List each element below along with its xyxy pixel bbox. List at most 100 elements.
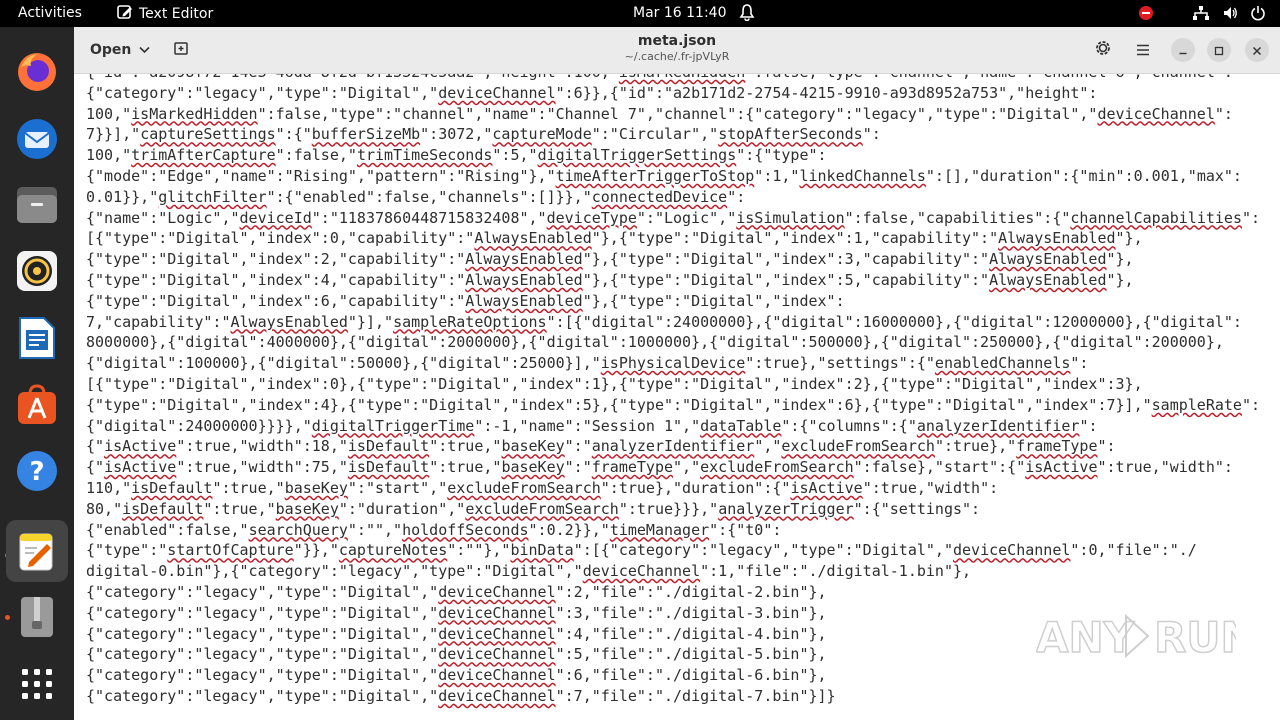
misspelled-word: frameType [1016,437,1098,456]
editor-line: {"category":"legacy","type":"Digital","d… [86,686,836,705]
misspelled-word: captureMode [492,125,592,144]
misspelled-word: glitchFilter [158,187,267,206]
editor-line: [{"type":"Digital","index":0,"capability… [86,229,1143,248]
editor-line: {"type":"Digital","index":6,"capability"… [86,291,845,310]
editor-line: {"category":"legacy","type":"Digital","d… [86,582,827,601]
misspelled-word: isDefault [131,478,213,497]
document-settings-button[interactable] [1089,36,1117,64]
open-label: Open [90,42,132,58]
misspelled-word: deviceType [546,208,637,227]
editor-line: 100,"isMarkedHidden":false,"type":"chann… [86,104,1233,123]
gear-icon [1094,39,1112,61]
clock[interactable]: Mar 16 11:40 [633,5,726,21]
archive-manager-icon[interactable] [12,592,62,642]
help-icon[interactable]: ? [12,446,62,496]
misspelled-word: isActive [104,437,177,456]
activities-button[interactable]: Activities [18,5,82,21]
running-indicator [5,615,10,620]
misspelled-word: isMarkedHidden [619,74,745,81]
system-tray[interactable] [1138,5,1266,25]
misspelled-word: digitalTriggerTime [311,416,475,435]
misspelled-word: deviceChannel [582,562,701,581]
misspelled-word: AlwaysEnabled [465,270,583,289]
network-icon [1192,5,1210,25]
close-button[interactable] [1245,38,1269,62]
editor-line: {"category":"legacy","type":"Digital","d… [86,603,827,622]
misspelled-word: deviceChannel [438,582,556,601]
misspelled-word: linkedChannels [799,166,926,185]
misspelled-word: isActive [104,458,177,477]
misspelled-word: deviceChannel [438,686,556,705]
editor-line: [{"type":"Digital","index":0},{"type":"D… [86,374,1143,393]
editor-line: {"digital":100000},{"digital":50000},{"d… [86,354,1089,373]
misspelled-word: timeManager [609,520,710,539]
editor-line: 0.01}},"glitchFilter":{"enabled":false,"… [86,187,746,206]
misspelled-word: connectedDevice [591,187,728,206]
firefox-icon[interactable] [12,47,62,97]
misspelled-word: timeAfterTriggerToStop [555,166,755,185]
misspelled-word: trimTimeSeconds [356,146,493,165]
app-center-icon[interactable] [12,379,62,429]
misspelled-word: excludeFromSearch [447,478,601,497]
editor-line: {"isActive":true,"width":18,"isDefault":… [86,437,1116,456]
misspelled-word: AlwaysEnabled [465,250,583,269]
misspelled-word: channelCapabilities [1070,208,1242,227]
rhythmbox-icon[interactable] [12,246,62,296]
editor-line: digital-0.bin"},{"category":"legacy","ty… [86,562,972,581]
editor-line: {"category":"legacy","type":"Digital","d… [86,83,1098,102]
misspelled-word: excludeFromSearch [781,437,935,456]
editor-line: 110,"isDefault":true,"baseKey":"start","… [86,478,999,497]
misspelled-word: captureSettings [140,125,276,144]
files-icon[interactable] [12,180,62,230]
main-menu-button[interactable] [1129,36,1157,64]
new-tab-button[interactable] [166,35,196,65]
close-icon [1252,41,1262,60]
misspelled-word: isSimulation [736,208,845,227]
misspelled-word: AlwaysEnabled [998,229,1116,248]
misspelled-word: isMarkedHidden [131,104,258,123]
misspelled-word: isDefault [122,499,204,518]
misspelled-word: dataTable [700,416,782,435]
new-tab-icon [173,40,189,60]
misspelled-word: trimAfterCapture [131,146,276,165]
misspelled-word: deviceChannel [438,603,556,622]
misspelled-word: digitalTriggerSettings [537,146,737,165]
document-path: ~/.cache/.fr-jpVLyR [624,50,730,63]
misspelled-word: startOfCapture [167,541,294,560]
maximize-button[interactable] [1207,38,1231,62]
misspelled-word: isPhysicalDevice [600,354,746,373]
editor-line: 80,"isDefault":true,"baseKey":"duration"… [86,499,981,518]
app-menu[interactable]: Text Editor [117,4,213,24]
misspelled-word: isActive [790,478,863,497]
dock: ? [0,27,74,720]
editor-line: {"type":"Digital","index":4},{"type":"Di… [86,395,1261,414]
minimize-button[interactable] [1171,38,1195,62]
editor-line: {"enabled":false,"searchQuery":"","holdo… [86,520,782,539]
text-editor-small-icon [117,4,133,24]
misspelled-word: analyzerTrigger [718,499,854,518]
volume-icon [1222,5,1238,25]
libreoffice-writer-icon[interactable] [12,313,62,363]
text-editor-icon[interactable] [6,520,68,582]
show-apps-icon[interactable] [12,659,62,709]
misspelled-word: excludeFromSearch [465,499,619,518]
editor-line: 7}}],"captureSettings":{"bufferSizeMb":3… [86,125,881,144]
recording-icon [1138,5,1154,25]
misspelled-word: deviceId [239,208,312,227]
open-button[interactable]: Open [82,35,158,65]
misspelled-word: enabledChannels [934,354,1071,373]
misspelled-word: isDefault [347,458,430,477]
misspelled-word: baseKey [501,458,565,477]
editor-line: 100,"trimAfterCapture":false,"trimTimeSe… [86,146,827,165]
misspelled-word: frameType [591,458,674,477]
app-name: Text Editor [139,6,214,22]
document-title: meta.json [637,33,717,49]
window-title: meta.json ~/.cache/.fr-jpVLyR [564,33,790,63]
thunderbird-icon[interactable] [12,114,62,164]
misspelled-word: AlwaysEnabled [465,291,583,310]
notification-bell-icon [739,4,755,25]
misspelled-word: deviceChannel [438,83,556,102]
misspelled-word: AlwaysEnabled [474,229,592,248]
misspelled-word: searchQuery [248,520,348,539]
misspelled-word: isDefault [347,437,430,456]
